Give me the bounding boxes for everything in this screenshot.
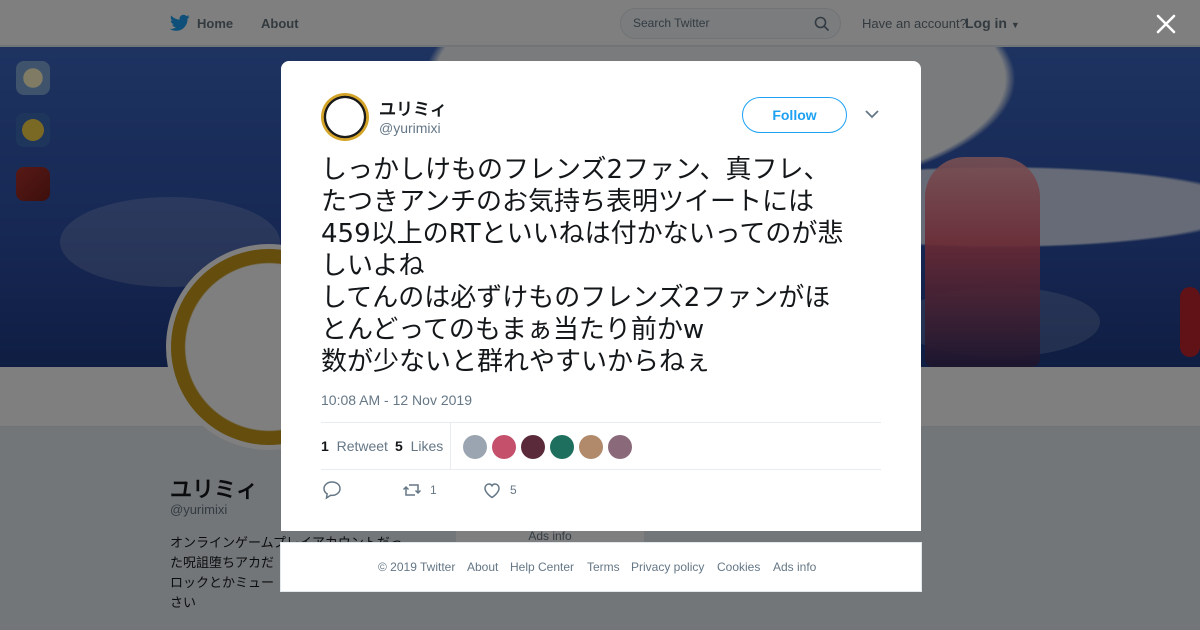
footer-privacy-link[interactable]: Privacy policy bbox=[631, 560, 704, 574]
copyright-text: © 2019 Twitter bbox=[378, 560, 456, 574]
liker-avatar[interactable] bbox=[608, 435, 632, 459]
likes-stat[interactable]: 5 Likes bbox=[395, 438, 443, 454]
chevron-down-icon[interactable] bbox=[865, 109, 879, 119]
like-icon[interactable] bbox=[481, 479, 503, 501]
liker-avatar[interactable] bbox=[550, 435, 574, 459]
like-action-count: 5 bbox=[510, 483, 517, 497]
modal-footer: © 2019 Twitter About Help Center Terms P… bbox=[280, 542, 922, 592]
reply-icon[interactable] bbox=[321, 479, 343, 501]
tweet-text: しっかしけものフレンズ2ファン、真フレ、 たつきアンチのお気持ち表明ツイートには… bbox=[321, 155, 844, 377]
footer-terms-link[interactable]: Terms bbox=[587, 560, 620, 574]
like-count: 5 bbox=[395, 438, 403, 454]
retweet-count: 1 bbox=[321, 438, 329, 454]
author-avatar[interactable] bbox=[321, 93, 369, 141]
liker-avatar[interactable] bbox=[492, 435, 516, 459]
retweet-action-count: 1 bbox=[430, 483, 437, 497]
close-icon[interactable] bbox=[1152, 10, 1180, 38]
retweet-stat[interactable]: 1 Retweet bbox=[321, 438, 388, 454]
retweet-stat-label: Retweet bbox=[336, 438, 388, 454]
liker-avatar[interactable] bbox=[521, 435, 545, 459]
author-name[interactable]: ユリミィ bbox=[379, 95, 447, 120]
footer-cookies-link[interactable]: Cookies bbox=[717, 560, 760, 574]
liker-avatar[interactable] bbox=[579, 435, 603, 459]
tweet-timestamp[interactable]: 10:08 AM - 12 Nov 2019 bbox=[321, 392, 472, 408]
footer-help-link[interactable]: Help Center bbox=[510, 560, 574, 574]
tweet-stats: 1 Retweet 5 Likes bbox=[321, 422, 881, 470]
author-handle[interactable]: @yurimixi bbox=[379, 120, 441, 136]
retweet-icon[interactable] bbox=[401, 479, 423, 501]
footer-about-link[interactable]: About bbox=[467, 560, 498, 574]
likes-stat-label: Likes bbox=[410, 438, 444, 454]
tweet-modal: ユリミィ @yurimixi Follow しっかしけものフレンズ2ファン、真フ… bbox=[281, 61, 921, 531]
liker-avatar[interactable] bbox=[463, 435, 487, 459]
follow-button[interactable]: Follow bbox=[742, 97, 847, 133]
footer-ads-link[interactable]: Ads info bbox=[773, 560, 816, 574]
stats-divider bbox=[450, 423, 451, 470]
